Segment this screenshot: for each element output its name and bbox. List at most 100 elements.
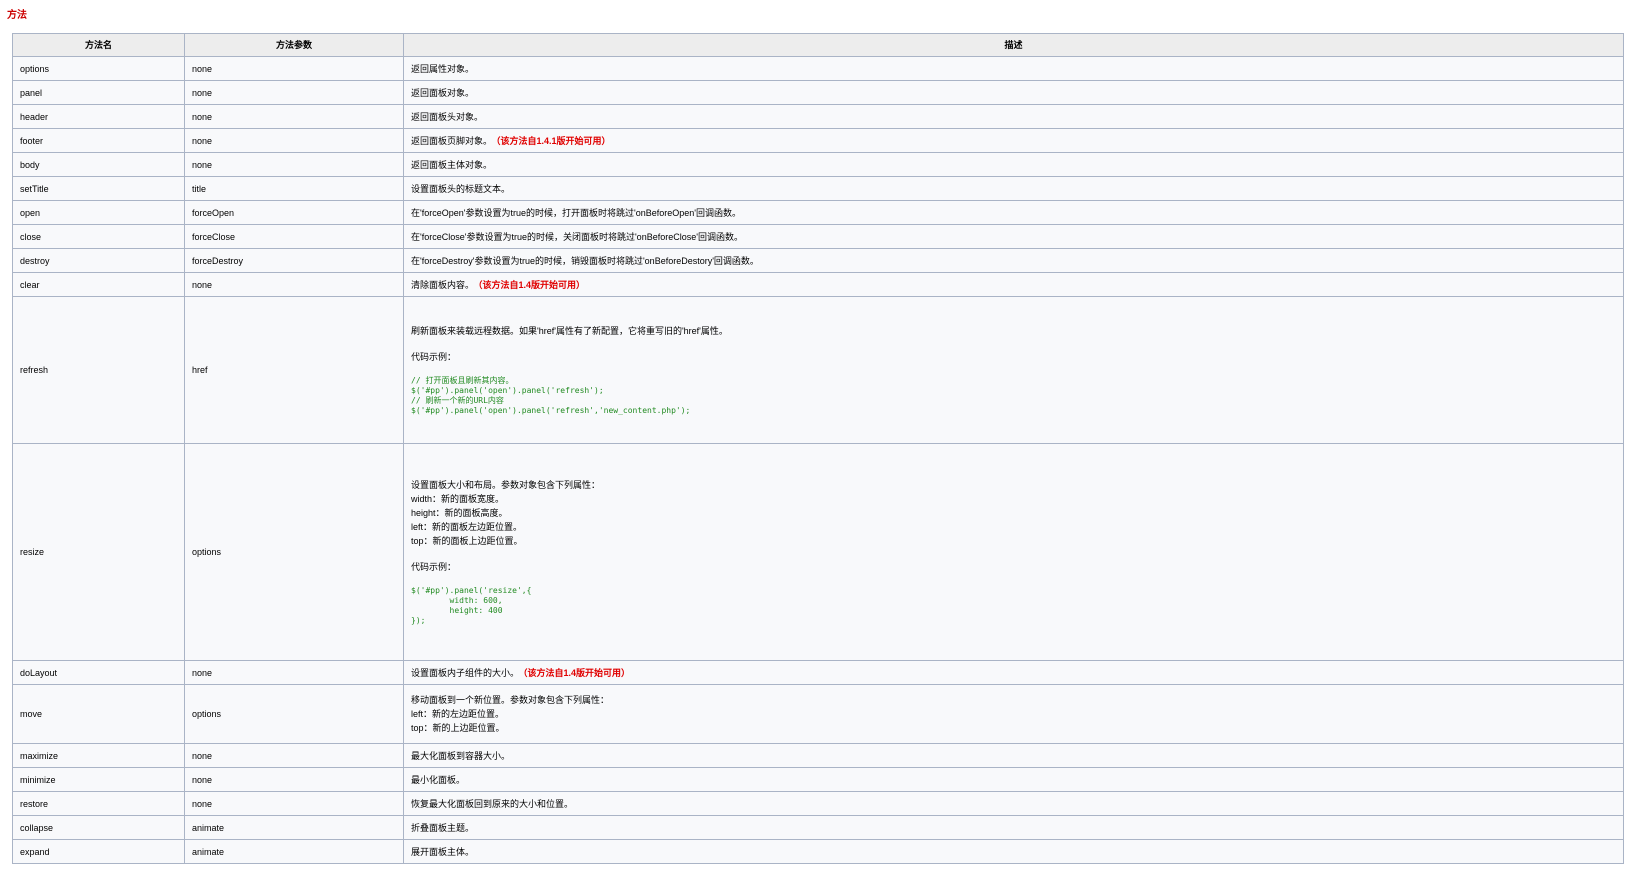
prop-item: top：新的面板上边距位置。 bbox=[411, 536, 523, 546]
desc-text: 返回面板页脚对象。 bbox=[411, 135, 493, 146]
method-param: none bbox=[184, 743, 404, 768]
method-name: body bbox=[12, 152, 185, 177]
table-row: panel none 返回面板对象。 bbox=[12, 80, 1624, 105]
version-note: （该方法自1.4版开始可用） bbox=[523, 667, 631, 678]
method-name: maximize bbox=[12, 743, 185, 768]
method-name: move bbox=[12, 684, 185, 744]
method-name: destroy bbox=[12, 248, 185, 273]
table-row: collapse animate 折叠面板主题。 bbox=[12, 815, 1624, 840]
prop-item: width：新的面板宽度。 bbox=[411, 494, 505, 504]
method-desc: 返回面板头对象。 bbox=[403, 104, 1624, 129]
method-param: none bbox=[184, 660, 404, 685]
table-row: body none 返回面板主体对象。 bbox=[12, 152, 1624, 177]
method-name: close bbox=[12, 224, 185, 249]
table-row: clear none 清除面板内容。 （该方法自1.4版开始可用） bbox=[12, 272, 1624, 297]
method-desc: 最小化面板。 bbox=[403, 767, 1624, 792]
method-param: none bbox=[184, 152, 404, 177]
prop-item: height：新的面板高度。 bbox=[411, 508, 508, 518]
method-name: refresh bbox=[12, 296, 185, 444]
desc-text: 设置面板头的标题文本。 bbox=[411, 183, 511, 194]
table-row: options none 返回属性对象。 bbox=[12, 56, 1624, 81]
desc-text: 设置面板大小和布局。参数对象包含下列属性： bbox=[411, 480, 601, 490]
table-row: expand animate 展开面板主体。 bbox=[12, 839, 1624, 864]
desc-text: 刷新面板来装载远程数据。如果'href'属性有了新配置，它将重写旧的'href'… bbox=[411, 326, 728, 336]
method-desc: 最大化面板到容器大小。 bbox=[403, 743, 1624, 768]
prop-item: top：新的上边距位置。 bbox=[411, 723, 505, 733]
method-name: footer bbox=[12, 128, 185, 153]
method-param: none bbox=[184, 56, 404, 81]
method-param: none bbox=[184, 80, 404, 105]
table-row: minimize none 最小化面板。 bbox=[12, 767, 1624, 792]
method-desc: 清除面板内容。 （该方法自1.4版开始可用） bbox=[403, 272, 1624, 297]
desc-text: 移动面板到一个新位置。参数对象包含下列属性： bbox=[411, 695, 610, 705]
method-name: header bbox=[12, 104, 185, 129]
method-param: options bbox=[184, 684, 404, 744]
method-param: none bbox=[184, 128, 404, 153]
method-desc: 展开面板主体。 bbox=[403, 839, 1624, 864]
method-name: doLayout bbox=[12, 660, 185, 685]
method-desc: 在'forceClose'参数设置为true的时候，关闭面板时将跳过'onBef… bbox=[403, 224, 1624, 249]
method-desc: 返回面板对象。 bbox=[403, 80, 1624, 105]
method-desc: 在'forceOpen'参数设置为true的时候，打开面板时将跳过'onBefo… bbox=[403, 200, 1624, 225]
table-row: restore none 恢复最大化面板回到原来的大小和位置。 bbox=[12, 791, 1624, 816]
version-note: （该方法自1.4.1版开始可用） bbox=[496, 135, 611, 146]
method-name: expand bbox=[12, 839, 185, 864]
column-header-method-params: 方法参数 bbox=[184, 33, 404, 57]
method-param: animate bbox=[184, 839, 404, 864]
method-desc: 移动面板到一个新位置。参数对象包含下列属性： left：新的左边距位置。 top… bbox=[403, 684, 1624, 744]
column-header-method-name: 方法名 bbox=[12, 33, 185, 57]
table-row-refresh: refresh href 刷新面板来装载远程数据。如果'href'属性有了新配置… bbox=[12, 296, 1624, 444]
table-row: maximize none 最大化面板到容器大小。 bbox=[12, 743, 1624, 768]
table-header-row: 方法名 方法参数 描述 bbox=[12, 33, 1624, 57]
table-row: destroy forceDestroy 在'forceDestroy'参数设置… bbox=[12, 248, 1624, 273]
desc-text: 返回面板头对象。 bbox=[411, 111, 484, 122]
method-desc: 设置面板大小和布局。参数对象包含下列属性： width：新的面板宽度。 heig… bbox=[403, 443, 1624, 661]
desc-text: 返回面板主体对象。 bbox=[411, 159, 493, 170]
example-label: 代码示例： bbox=[411, 352, 457, 362]
method-name: panel bbox=[12, 80, 185, 105]
version-note: （该方法自1.4版开始可用） bbox=[478, 279, 586, 290]
method-desc: 返回面板页脚对象。 （该方法自1.4.1版开始可用） bbox=[403, 128, 1624, 153]
method-param: forceClose bbox=[184, 224, 404, 249]
table-row: open forceOpen 在'forceOpen'参数设置为true的时候，… bbox=[12, 200, 1624, 225]
method-name: options bbox=[12, 56, 185, 81]
desc-text: 返回属性对象。 bbox=[411, 63, 475, 74]
method-param: title bbox=[184, 176, 404, 201]
desc-text: 在'forceDestroy'参数设置为true的时候，销毁面板时将跳过'onB… bbox=[411, 255, 759, 266]
section-title: 方法 bbox=[7, 10, 27, 21]
code-example: // 打开面板且刷新其内容。 $('#pp').panel('open').pa… bbox=[411, 376, 691, 415]
method-param: href bbox=[184, 296, 404, 444]
method-param: none bbox=[184, 791, 404, 816]
method-desc: 在'forceDestroy'参数设置为true的时候，销毁面板时将跳过'onB… bbox=[403, 248, 1624, 273]
desc-text: 设置面板内子组件的大小。 bbox=[411, 667, 520, 678]
method-desc: 折叠面板主题。 bbox=[403, 815, 1624, 840]
method-desc: 恢复最大化面板回到原来的大小和位置。 bbox=[403, 791, 1624, 816]
method-desc: 返回面板主体对象。 bbox=[403, 152, 1624, 177]
column-header-description: 描述 bbox=[403, 33, 1624, 57]
desc-text: 在'forceClose'参数设置为true的时候，关闭面板时将跳过'onBef… bbox=[411, 231, 743, 242]
method-name: restore bbox=[12, 791, 185, 816]
table-row: footer none 返回面板页脚对象。 （该方法自1.4.1版开始可用） bbox=[12, 128, 1624, 153]
table-row: setTitle title 设置面板头的标题文本。 bbox=[12, 176, 1624, 201]
method-param: options bbox=[184, 443, 404, 661]
table-row: close forceClose 在'forceClose'参数设置为true的… bbox=[12, 224, 1624, 249]
method-name: resize bbox=[12, 443, 185, 661]
method-param: forceDestroy bbox=[184, 248, 404, 273]
table-row: header none 返回面板头对象。 bbox=[12, 104, 1624, 129]
code-example: $('#pp').panel('resize',{ width: 600, he… bbox=[411, 586, 532, 625]
method-param: none bbox=[184, 767, 404, 792]
method-desc: 设置面板头的标题文本。 bbox=[403, 176, 1624, 201]
table-row-dolayout: doLayout none 设置面板内子组件的大小。 （该方法自1.4版开始可用） bbox=[12, 660, 1624, 685]
method-name: setTitle bbox=[12, 176, 185, 201]
method-param: none bbox=[184, 104, 404, 129]
method-name: open bbox=[12, 200, 185, 225]
desc-text: 在'forceOpen'参数设置为true的时候，打开面板时将跳过'onBefo… bbox=[411, 207, 741, 218]
method-param: none bbox=[184, 272, 404, 297]
method-desc: 刷新面板来装载远程数据。如果'href'属性有了新配置，它将重写旧的'href'… bbox=[403, 296, 1624, 444]
prop-item: left：新的面板左边距位置。 bbox=[411, 522, 523, 532]
method-desc: 返回属性对象。 bbox=[403, 56, 1624, 81]
method-name: minimize bbox=[12, 767, 185, 792]
table-row-resize: resize options 设置面板大小和布局。参数对象包含下列属性： wid… bbox=[12, 443, 1624, 661]
method-name: clear bbox=[12, 272, 185, 297]
methods-table: 方法名 方法参数 描述 options none 返回属性对象。 panel n… bbox=[12, 33, 1624, 864]
